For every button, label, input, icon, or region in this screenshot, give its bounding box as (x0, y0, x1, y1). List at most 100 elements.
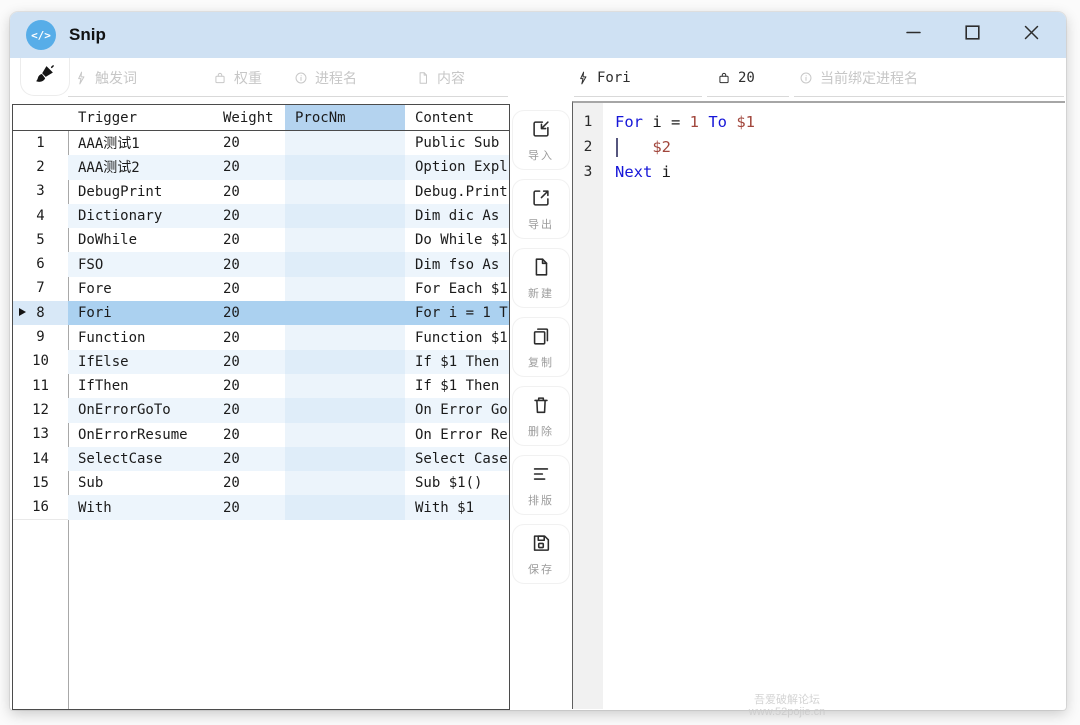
code-editor[interactable]: 123 For i = 1 To $1 $2Next i (572, 101, 1065, 709)
cell-trigger: DoWhile (68, 228, 213, 252)
row-number-cell: 13 (13, 422, 68, 447)
row-number-cell: 14 (13, 446, 68, 471)
maximize-icon (964, 24, 981, 46)
code-line: For i = 1 To $1 (615, 110, 1065, 135)
column-header-trigger[interactable]: Trigger (68, 105, 213, 130)
cell-procnm (285, 423, 405, 447)
toolbar-button-label: 新建 (528, 285, 554, 301)
cell-content: With $1 (405, 495, 509, 519)
toolbar-button-label: 排版 (528, 492, 554, 508)
table-row[interactable]: 13OnErrorResume20On Error Re (13, 423, 509, 447)
table-row[interactable]: 2AAA测试220Option Expl (13, 155, 509, 179)
code-area[interactable]: For i = 1 To $1 $2Next i (603, 103, 1065, 709)
cell-weight: 20 (213, 423, 285, 447)
save-icon (530, 532, 552, 559)
cell-trigger: AAA测试1 (68, 131, 213, 155)
toolbar-button-copy[interactable]: 复制 (512, 317, 570, 377)
cell-content: Dim fso As (405, 252, 509, 276)
weight-icon (213, 71, 227, 85)
close-button[interactable] (1023, 27, 1040, 44)
filter-field-weight-value[interactable]: 20 (717, 66, 755, 90)
table-row[interactable]: 11IfThen20If $1 Then (13, 374, 509, 398)
app-title: Snip (69, 25, 106, 45)
filter-field-weight-text: 权重 (234, 68, 262, 88)
table-row[interactable]: 4Dictionary20Dim dic As (13, 204, 509, 228)
cell-weight: 20 (213, 495, 285, 519)
info-icon (799, 71, 813, 85)
info-icon (294, 71, 308, 85)
table-row[interactable]: 12OnErrorGoTo20On Error Go (13, 398, 509, 422)
minimize-button[interactable] (905, 27, 922, 44)
filter-underline-procname-bind (794, 96, 1064, 97)
table-row[interactable]: 10IfElse20If $1 Then (13, 350, 509, 374)
filter-field-procname[interactable]: 进程名 (294, 66, 357, 90)
code-logo-icon: </> (26, 20, 56, 50)
cell-trigger: Fori (68, 301, 213, 325)
filter-field-trigger[interactable]: 触发词 (74, 66, 137, 90)
cell-content: If $1 Then (405, 350, 509, 374)
table-row[interactable]: 14SelectCase20Select Case (13, 447, 509, 471)
cell-weight: 20 (213, 252, 285, 276)
cell-content: Dim dic As (405, 204, 509, 228)
row-number-cell: 10 (13, 349, 68, 374)
table-row[interactable]: 9Function20Function $1 (13, 325, 509, 349)
minimize-icon (905, 24, 922, 46)
text-cursor (616, 138, 618, 157)
cell-procnm (285, 350, 405, 374)
row-number-cell: 2 (13, 155, 68, 180)
table-row[interactable]: 16With20With $1 (13, 495, 509, 519)
toolbar-button-new[interactable]: 新建 (512, 248, 570, 308)
cell-weight: 20 (213, 471, 285, 495)
filter-field-trigger-value[interactable]: Fori (576, 66, 631, 90)
import-icon (530, 118, 552, 145)
toolbar-button-export[interactable]: 导出 (512, 179, 570, 239)
row-number-cell: 5 (13, 228, 68, 253)
cell-procnm (285, 277, 405, 301)
table-row[interactable]: 1AAA测试120Public Sub (13, 131, 509, 155)
cell-trigger: Function (68, 325, 213, 349)
filter-field-content-text: 内容 (437, 68, 465, 88)
cell-procnm (285, 301, 405, 325)
snippet-table[interactable]: TriggerWeightProcNmContent1AAA测试120Publi… (12, 104, 510, 710)
cell-content: Select Case (405, 447, 509, 471)
filter-field-weight[interactable]: 权重 (213, 66, 262, 90)
code-line: Next i (615, 160, 1065, 185)
toolbar-button-format[interactable]: 排版 (512, 455, 570, 515)
column-header-procnm[interactable]: ProcNm (285, 105, 405, 130)
cell-content: Do While $1 (405, 228, 509, 252)
cell-procnm (285, 131, 405, 155)
cell-trigger: Sub (68, 471, 213, 495)
code-token: Next (615, 163, 662, 181)
filter-field-content[interactable]: 内容 (416, 66, 465, 90)
table-row[interactable]: 3DebugPrint20Debug.Print (13, 180, 509, 204)
lightning-icon (576, 71, 590, 85)
table-row[interactable]: 7Fore20For Each $1 (13, 277, 509, 301)
filter-field-procname-bind[interactable]: 当前绑定进程名 (799, 66, 918, 90)
filter-underline-weight-value (707, 96, 789, 97)
row-number-cell: 3 (13, 179, 68, 204)
row-number-cell: 4 (13, 203, 68, 228)
table-row[interactable]: 15Sub20Sub $1() (13, 471, 509, 495)
row-number-cell: 9 (13, 325, 68, 350)
cell-weight: 20 (213, 277, 285, 301)
window-controls (905, 27, 1066, 44)
toolbar-button-label: 导入 (528, 147, 554, 163)
table-row[interactable]: 8Fori20For i = 1 T (13, 301, 509, 325)
toolbar-button-import[interactable]: 导入 (512, 110, 570, 170)
maximize-button[interactable] (964, 27, 981, 44)
desktop: </> Snip 触发词权重进程名内容Fori20当前绑定进程名 Trigger… (0, 0, 1080, 725)
table-row[interactable]: 6FSO20Dim fso As (13, 252, 509, 276)
row-number-cell: 15 (13, 471, 68, 496)
toolbar-button-delete[interactable]: 删除 (512, 386, 570, 446)
row-number-cell: 16 (13, 495, 68, 520)
cell-weight: 20 (213, 374, 285, 398)
toolbar-button-save[interactable]: 保存 (512, 524, 570, 584)
row-number-cell: 1 (13, 131, 68, 156)
filter-field-procname-bind-text: 当前绑定进程名 (820, 68, 918, 88)
cell-procnm (285, 374, 405, 398)
column-header-content[interactable]: Content (405, 105, 509, 130)
close-icon (1023, 24, 1040, 46)
clear-filters-button[interactable] (20, 58, 70, 96)
column-header-weight[interactable]: Weight (213, 105, 285, 130)
table-row[interactable]: 5DoWhile20Do While $1 (13, 228, 509, 252)
